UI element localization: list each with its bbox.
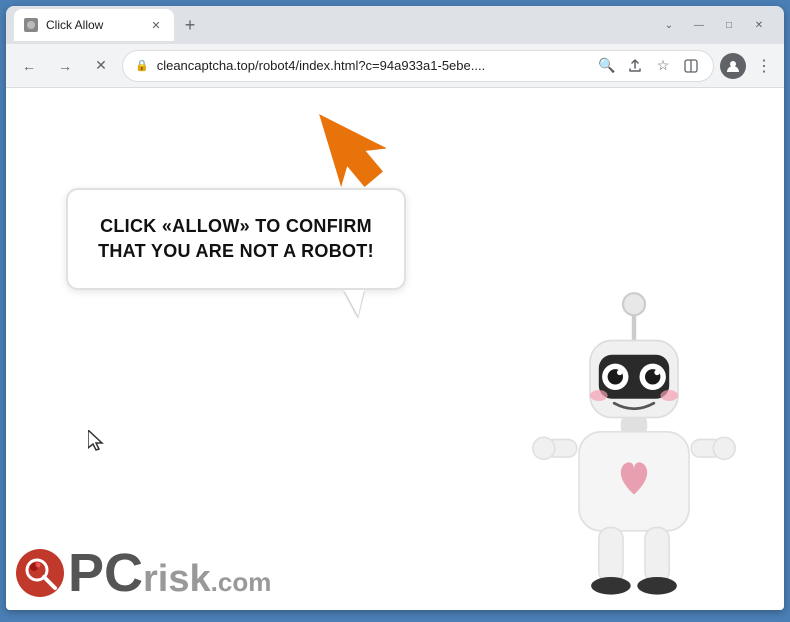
forward-button[interactable]: → [50, 51, 80, 81]
new-tab-button[interactable]: + [176, 11, 204, 39]
back-button[interactable]: ← [14, 51, 44, 81]
search-icon[interactable]: 🔍 [597, 56, 617, 76]
mouse-cursor-icon [88, 430, 106, 457]
risk-text: risk [143, 560, 211, 598]
pcrisk-magnifier-icon [16, 549, 64, 597]
tab-strip: Click Allow ✕ + [14, 6, 652, 44]
speech-bubble: CLICK «ALLOW» TO CONFIRM THAT YOU ARE NO… [66, 188, 406, 290]
tab-favicon [24, 18, 38, 32]
nav-bar: ← → ✕ 🔒 cleancaptcha.top/robot4/index.ht… [6, 44, 784, 88]
active-tab[interactable]: Click Allow ✕ [14, 9, 174, 41]
chevron-down-button[interactable]: ⌄ [656, 15, 682, 35]
split-view-icon[interactable] [681, 56, 701, 76]
robot-image [524, 280, 744, 590]
pc-text: PC [68, 546, 143, 600]
pcrisk-text-group: PCrisk.com [68, 546, 271, 600]
reload-icon: ✕ [95, 57, 107, 74]
tab-close-button[interactable]: ✕ [148, 17, 164, 33]
pcrisk-logo: PCrisk.com [16, 546, 271, 600]
tab-label: Click Allow [46, 18, 140, 32]
back-icon: ← [22, 58, 36, 74]
close-button[interactable]: ✕ [746, 15, 772, 35]
address-bar[interactable]: 🔒 cleancaptcha.top/robot4/index.html?c=9… [122, 50, 714, 82]
browser-window: Click Allow ✕ + ⌄ — □ ✕ ← → ✕ 🔒 cleancap… [6, 6, 784, 610]
robot-svg [524, 280, 744, 610]
address-action-icons: 🔍 ☆ [597, 56, 701, 76]
forward-icon: → [58, 58, 72, 74]
window-controls: ⌄ — □ ✕ [656, 15, 776, 35]
reload-button[interactable]: ✕ [86, 51, 116, 81]
orange-arrow-icon [296, 98, 386, 198]
bubble-text: CLICK «ALLOW» TO CONFIRM THAT YOU ARE NO… [98, 216, 374, 261]
profile-icon[interactable] [720, 53, 746, 79]
com-text: .com [211, 567, 272, 598]
address-text: cleancaptcha.top/robot4/index.html?c=94a… [157, 58, 589, 73]
page-content: CLICK «ALLOW» TO CONFIRM THAT YOU ARE NO… [6, 88, 784, 610]
title-bar: Click Allow ✕ + ⌄ — □ ✕ [6, 6, 784, 44]
minimize-button[interactable]: — [686, 15, 712, 35]
bookmark-icon[interactable]: ☆ [653, 56, 673, 76]
share-icon[interactable] [625, 56, 645, 76]
lock-icon: 🔒 [135, 59, 149, 72]
maximize-button[interactable]: □ [716, 15, 742, 35]
menu-icon[interactable]: ⋮ [752, 52, 776, 80]
